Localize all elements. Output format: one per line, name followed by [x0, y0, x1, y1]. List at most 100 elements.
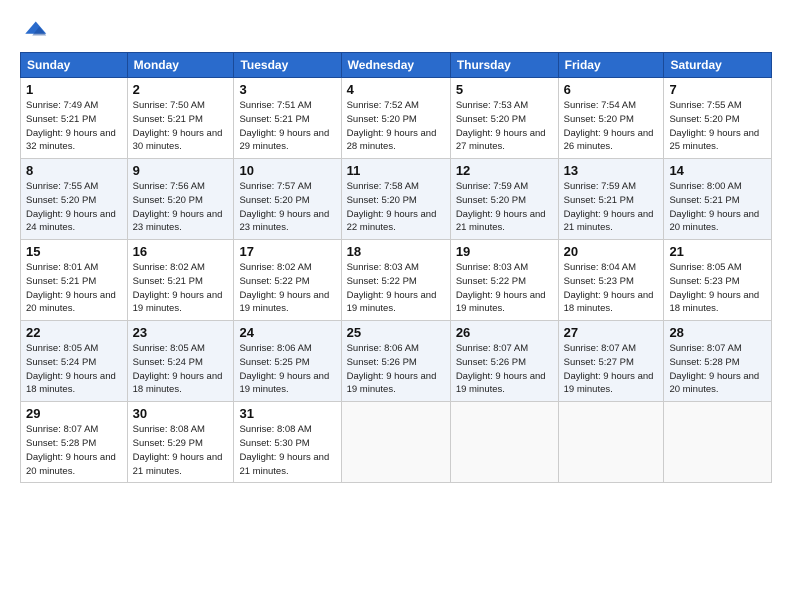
calendar-cell: 28 Sunrise: 8:07 AMSunset: 5:28 PMDayligh… [664, 321, 772, 402]
day-number: 25 [347, 325, 445, 340]
day-info: Sunrise: 7:55 AMSunset: 5:20 PMDaylight:… [26, 180, 122, 235]
day-number: 31 [239, 406, 335, 421]
day-info: Sunrise: 8:06 AMSunset: 5:25 PMDaylight:… [239, 342, 335, 397]
calendar-cell: 17 Sunrise: 8:02 AMSunset: 5:22 PMDayligh… [234, 240, 341, 321]
day-info: Sunrise: 8:07 AMSunset: 5:28 PMDaylight:… [26, 423, 122, 478]
day-number: 26 [456, 325, 553, 340]
day-info: Sunrise: 8:05 AMSunset: 5:23 PMDaylight:… [669, 261, 766, 316]
calendar-table: SundayMondayTuesdayWednesdayThursdayFrid… [20, 52, 772, 483]
day-number: 6 [564, 82, 659, 97]
day-number: 15 [26, 244, 122, 259]
day-number: 28 [669, 325, 766, 340]
day-info: Sunrise: 8:06 AMSunset: 5:26 PMDaylight:… [347, 342, 445, 397]
calendar-cell: 14 Sunrise: 8:00 AMSunset: 5:21 PMDayligh… [664, 159, 772, 240]
calendar-cell: 31 Sunrise: 8:08 AMSunset: 5:30 PMDayligh… [234, 402, 341, 483]
calendar-week-row: 1 Sunrise: 7:49 AMSunset: 5:21 PMDaylight… [21, 78, 772, 159]
calendar-cell: 19Sunrise: 8:03 AMSunset: 5:22 PMDayligh… [450, 240, 558, 321]
day-number: 9 [133, 163, 229, 178]
calendar-cell: 7Sunrise: 7:55 AMSunset: 5:20 PMDaylight… [664, 78, 772, 159]
day-info: Sunrise: 8:03 AMSunset: 5:22 PMDaylight:… [456, 261, 553, 316]
day-header-tuesday: Tuesday [234, 53, 341, 78]
day-info: Sunrise: 8:08 AMSunset: 5:29 PMDaylight:… [133, 423, 229, 478]
day-info: Sunrise: 7:57 AMSunset: 5:20 PMDaylight:… [239, 180, 335, 235]
day-info: Sunrise: 8:02 AMSunset: 5:22 PMDaylight:… [239, 261, 335, 316]
calendar-cell: 6Sunrise: 7:54 AMSunset: 5:20 PMDaylight… [558, 78, 664, 159]
day-info: Sunrise: 8:01 AMSunset: 5:21 PMDaylight:… [26, 261, 122, 316]
day-header-sunday: Sunday [21, 53, 128, 78]
calendar-cell: 30 Sunrise: 8:08 AMSunset: 5:29 PMDayligh… [127, 402, 234, 483]
calendar-cell [450, 402, 558, 483]
day-info: Sunrise: 7:53 AMSunset: 5:20 PMDaylight:… [456, 99, 553, 154]
day-number: 12 [456, 163, 553, 178]
day-header-wednesday: Wednesday [341, 53, 450, 78]
day-info: Sunrise: 8:07 AMSunset: 5:28 PMDaylight:… [669, 342, 766, 397]
calendar-cell: 4Sunrise: 7:52 AMSunset: 5:20 PMDaylight… [341, 78, 450, 159]
calendar-week-row: 8 Sunrise: 7:55 AMSunset: 5:20 PMDaylight… [21, 159, 772, 240]
header [20, 18, 772, 46]
day-number: 13 [564, 163, 659, 178]
logo [20, 18, 52, 46]
day-info: Sunrise: 8:05 AMSunset: 5:24 PMDaylight:… [133, 342, 229, 397]
day-number: 30 [133, 406, 229, 421]
calendar-week-row: 22 Sunrise: 8:05 AMSunset: 5:24 PMDayligh… [21, 321, 772, 402]
day-info: Sunrise: 7:55 AMSunset: 5:20 PMDaylight:… [669, 99, 766, 154]
calendar-cell: 2 Sunrise: 7:50 AMSunset: 5:21 PMDaylight… [127, 78, 234, 159]
day-info: Sunrise: 8:05 AMSunset: 5:24 PMDaylight:… [26, 342, 122, 397]
day-info: Sunrise: 7:49 AMSunset: 5:21 PMDaylight:… [26, 99, 122, 154]
day-info: Sunrise: 7:56 AMSunset: 5:20 PMDaylight:… [133, 180, 229, 235]
calendar-cell [664, 402, 772, 483]
calendar-cell: 18Sunrise: 8:03 AMSunset: 5:22 PMDayligh… [341, 240, 450, 321]
calendar-cell: 8 Sunrise: 7:55 AMSunset: 5:20 PMDaylight… [21, 159, 128, 240]
day-number: 14 [669, 163, 766, 178]
calendar-cell: 13 Sunrise: 7:59 AMSunset: 5:21 PMDayligh… [558, 159, 664, 240]
day-number: 8 [26, 163, 122, 178]
day-number: 16 [133, 244, 229, 259]
calendar-cell: 21 Sunrise: 8:05 AMSunset: 5:23 PMDayligh… [664, 240, 772, 321]
day-number: 5 [456, 82, 553, 97]
calendar-cell: 24 Sunrise: 8:06 AMSunset: 5:25 PMDayligh… [234, 321, 341, 402]
day-info: Sunrise: 8:07 AMSunset: 5:27 PMDaylight:… [564, 342, 659, 397]
calendar-cell: 3Sunrise: 7:51 AMSunset: 5:21 PMDaylight… [234, 78, 341, 159]
day-number: 24 [239, 325, 335, 340]
calendar-cell: 27Sunrise: 8:07 AMSunset: 5:27 PMDayligh… [558, 321, 664, 402]
day-number: 21 [669, 244, 766, 259]
calendar-cell: 16 Sunrise: 8:02 AMSunset: 5:21 PMDayligh… [127, 240, 234, 321]
day-info: Sunrise: 8:02 AMSunset: 5:21 PMDaylight:… [133, 261, 229, 316]
day-info: Sunrise: 7:50 AMSunset: 5:21 PMDaylight:… [133, 99, 229, 154]
calendar-cell [341, 402, 450, 483]
day-number: 11 [347, 163, 445, 178]
day-header-saturday: Saturday [664, 53, 772, 78]
day-header-thursday: Thursday [450, 53, 558, 78]
calendar-week-row: 15 Sunrise: 8:01 AMSunset: 5:21 PMDayligh… [21, 240, 772, 321]
day-info: Sunrise: 8:08 AMSunset: 5:30 PMDaylight:… [239, 423, 335, 478]
calendar-cell: 12 Sunrise: 7:59 AMSunset: 5:20 PMDayligh… [450, 159, 558, 240]
calendar-cell: 15 Sunrise: 8:01 AMSunset: 5:21 PMDayligh… [21, 240, 128, 321]
calendar-cell: 26 Sunrise: 8:07 AMSunset: 5:26 PMDayligh… [450, 321, 558, 402]
calendar-cell: 29 Sunrise: 8:07 AMSunset: 5:28 PMDayligh… [21, 402, 128, 483]
day-info: Sunrise: 8:00 AMSunset: 5:21 PMDaylight:… [669, 180, 766, 235]
calendar-cell: 23 Sunrise: 8:05 AMSunset: 5:24 PMDayligh… [127, 321, 234, 402]
day-number: 2 [133, 82, 229, 97]
day-info: Sunrise: 8:04 AMSunset: 5:23 PMDaylight:… [564, 261, 659, 316]
calendar-cell: 11 Sunrise: 7:58 AMSunset: 5:20 PMDayligh… [341, 159, 450, 240]
day-info: Sunrise: 7:59 AMSunset: 5:20 PMDaylight:… [456, 180, 553, 235]
day-number: 23 [133, 325, 229, 340]
day-number: 1 [26, 82, 122, 97]
day-number: 18 [347, 244, 445, 259]
calendar-cell: 10Sunrise: 7:57 AMSunset: 5:20 PMDayligh… [234, 159, 341, 240]
day-number: 22 [26, 325, 122, 340]
page: SundayMondayTuesdayWednesdayThursdayFrid… [0, 0, 792, 612]
calendar-cell: 25 Sunrise: 8:06 AMSunset: 5:26 PMDayligh… [341, 321, 450, 402]
calendar-week-row: 29 Sunrise: 8:07 AMSunset: 5:28 PMDayligh… [21, 402, 772, 483]
day-header-friday: Friday [558, 53, 664, 78]
day-number: 17 [239, 244, 335, 259]
calendar-cell: 5 Sunrise: 7:53 AMSunset: 5:20 PMDaylight… [450, 78, 558, 159]
day-number: 20 [564, 244, 659, 259]
calendar-cell: 22 Sunrise: 8:05 AMSunset: 5:24 PMDayligh… [21, 321, 128, 402]
day-number: 3 [239, 82, 335, 97]
day-number: 29 [26, 406, 122, 421]
day-info: Sunrise: 7:58 AMSunset: 5:20 PMDaylight:… [347, 180, 445, 235]
calendar-header-row: SundayMondayTuesdayWednesdayThursdayFrid… [21, 53, 772, 78]
day-info: Sunrise: 8:07 AMSunset: 5:26 PMDaylight:… [456, 342, 553, 397]
day-info: Sunrise: 7:59 AMSunset: 5:21 PMDaylight:… [564, 180, 659, 235]
